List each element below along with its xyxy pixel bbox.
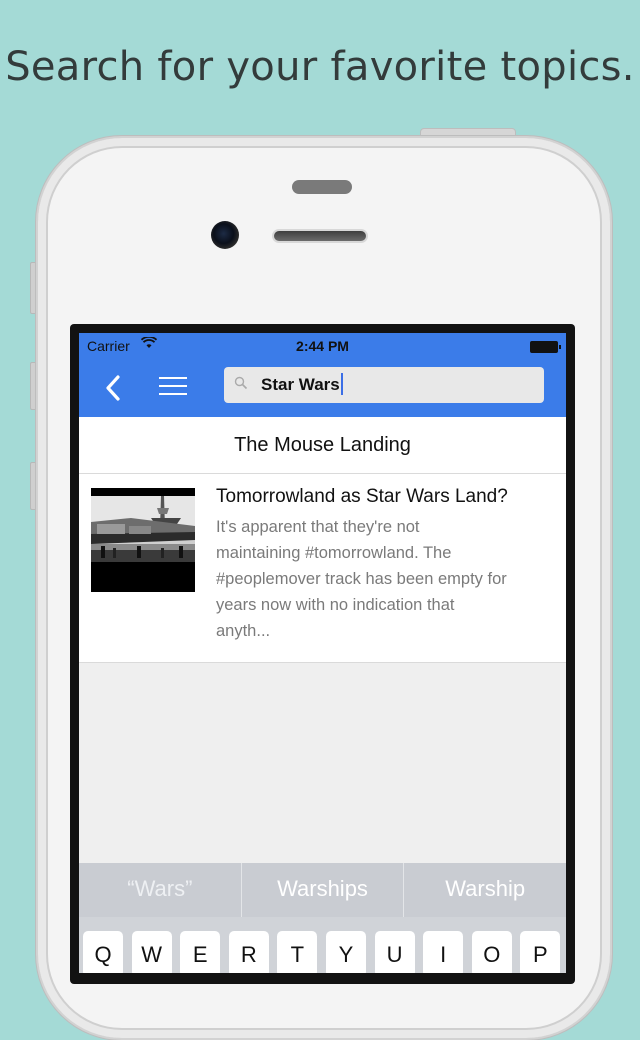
list-item[interactable]: Tomorrowland as Star Wars Land? It's app… bbox=[79, 474, 566, 663]
key-q[interactable]: Q bbox=[83, 931, 123, 973]
text-caret bbox=[340, 372, 343, 395]
key-e[interactable]: E bbox=[180, 931, 221, 973]
search-value[interactable]: Star Wars bbox=[261, 372, 343, 395]
keyboard-top-row: Q W E R T Y U I O P bbox=[83, 931, 566, 973]
key-r[interactable]: R bbox=[228, 931, 269, 973]
speaker-grille bbox=[272, 229, 368, 243]
keyboard: Q W E R T Y U I O P bbox=[79, 917, 566, 973]
key-y[interactable]: Y bbox=[325, 931, 366, 973]
battery-icon bbox=[530, 341, 561, 353]
suggestion-warship[interactable]: Warship bbox=[404, 863, 566, 917]
nav-bar: Star Wars bbox=[79, 359, 566, 417]
excerpt-line: #peoplemover track has been empty for bbox=[216, 570, 507, 588]
excerpt-line: anyth... bbox=[216, 622, 271, 640]
back-chevron-icon[interactable] bbox=[101, 373, 127, 403]
article-title[interactable]: Tomorrowland as Star Wars Land? bbox=[216, 486, 556, 508]
excerpt-line: maintaining #tomorrowland. The bbox=[216, 544, 452, 562]
status-bar: Carrier 2:44 PM bbox=[79, 333, 566, 359]
key-o[interactable]: O bbox=[471, 931, 512, 973]
suggestion-warships[interactable]: Warships bbox=[242, 863, 405, 917]
clock: 2:44 PM bbox=[296, 338, 349, 354]
key-u[interactable]: U bbox=[374, 931, 415, 973]
headline: Search for your favorite topics. bbox=[5, 44, 635, 90]
key-w[interactable]: W bbox=[131, 931, 172, 973]
app-screen: Carrier 2:44 PM Star Wars The Mouse Land… bbox=[79, 333, 566, 973]
keyboard-suggestion-bar: “Wars” Warships Warship bbox=[79, 863, 566, 917]
search-input[interactable]: Star Wars bbox=[224, 367, 544, 403]
key-p[interactable]: P bbox=[520, 931, 561, 973]
earpiece bbox=[292, 180, 352, 194]
suggestion-original[interactable]: “Wars” bbox=[79, 863, 242, 917]
front-camera bbox=[211, 221, 239, 249]
excerpt-line: It's apparent that they're not bbox=[216, 518, 420, 536]
hamburger-menu-icon[interactable] bbox=[159, 377, 187, 399]
search-icon bbox=[234, 376, 248, 393]
key-t[interactable]: T bbox=[277, 931, 318, 973]
key-i[interactable]: I bbox=[423, 931, 464, 973]
article-excerpt: It's apparent that they're not maintaini… bbox=[216, 514, 556, 644]
excerpt-line: years now with no indication that bbox=[216, 596, 455, 614]
article-thumbnail bbox=[91, 488, 195, 592]
section-title: The Mouse Landing bbox=[79, 417, 566, 474]
